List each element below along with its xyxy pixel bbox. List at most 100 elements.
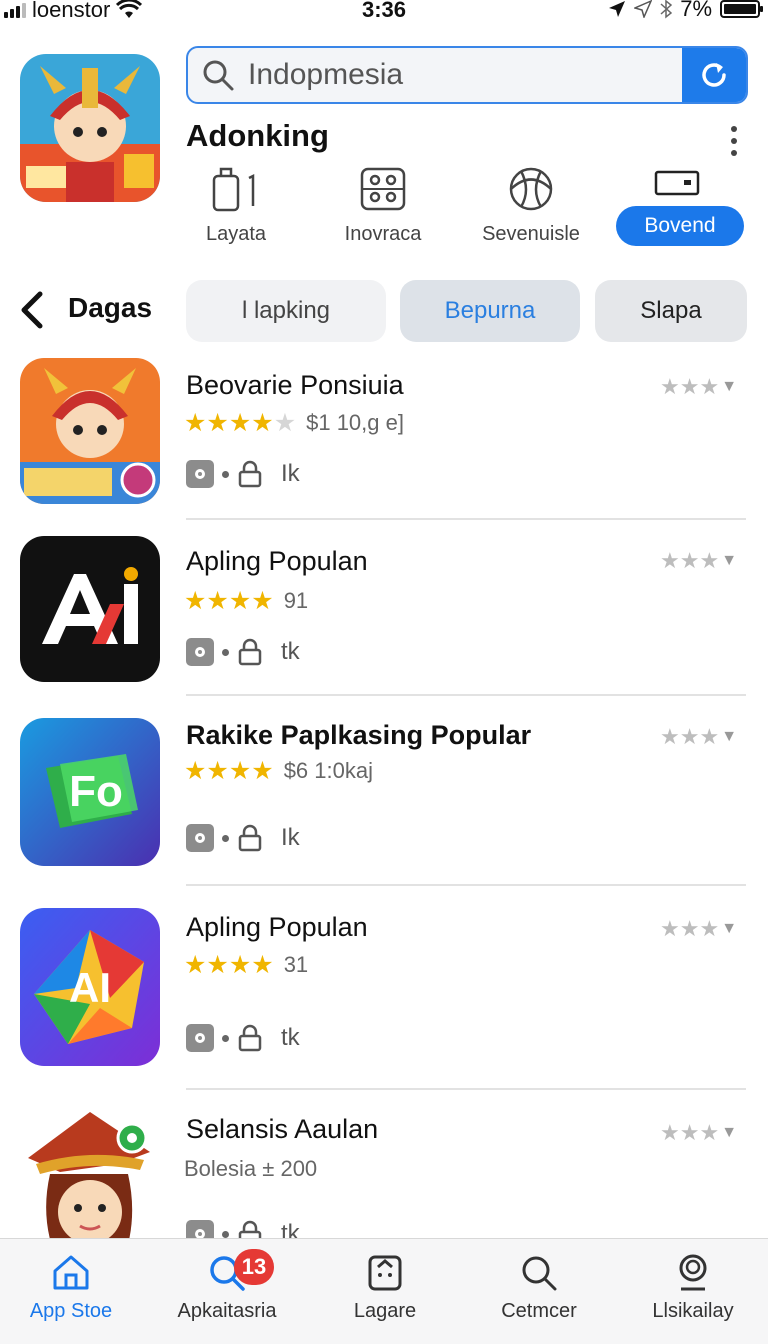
app-tags: Ik <box>186 460 300 488</box>
separator-dot <box>222 834 229 842</box>
star-rating-icon: ★ ★ ★ ★ <box>184 586 274 615</box>
ball-icon <box>509 167 553 211</box>
lock-icon <box>238 1024 262 1052</box>
filter-pill-lapking[interactable]: l lapking <box>186 280 386 342</box>
rating-dropdown[interactable]: ★ ★ ★ ▼ <box>660 918 737 940</box>
separator-dot <box>222 470 229 478</box>
category-inovraca[interactable]: Inovraca <box>318 166 448 246</box>
back-chevron-icon[interactable] <box>18 290 46 330</box>
separator-dot <box>222 648 229 656</box>
star-rating-icon: ★ ★ ★ ★ <box>184 756 274 785</box>
app-title[interactable]: Rakike Paplkasing Popular <box>186 720 531 751</box>
status-bar: loenstor 3:36 7% <box>0 0 768 24</box>
svg-text:AI: AI <box>69 964 111 1011</box>
rating-dropdown[interactable]: ★ ★ ★ ▼ <box>660 1122 737 1144</box>
app-list-item[interactable]: Selansis Aaulan Bolesia ± 200 tk ★ ★ ★ ▼ <box>0 1108 768 1238</box>
app-meta: $6 1:0kaj <box>283 758 373 783</box>
app-icon[interactable] <box>20 1108 160 1238</box>
refresh-icon <box>702 63 726 87</box>
divider <box>186 694 746 696</box>
record-icon <box>186 638 214 666</box>
rating-dropdown[interactable]: ★ ★ ★ ▼ <box>660 376 737 398</box>
app-icon[interactable]: Fo <box>20 718 160 866</box>
app-icon[interactable] <box>20 536 160 682</box>
app-meta: Bolesia ± 200 <box>184 1156 318 1181</box>
app-icon[interactable] <box>20 358 160 504</box>
category-bovend-button[interactable]: Bovend <box>616 206 744 246</box>
category-label: Inovraca <box>344 223 422 245</box>
filter-pill-bepurna[interactable]: Bepurna <box>400 280 580 342</box>
app-tag: Ik <box>281 824 300 851</box>
app-rating: Bolesia ± 200 <box>184 1156 317 1182</box>
app-meta: 31 <box>283 952 309 977</box>
status-right: 7% <box>608 0 763 22</box>
divider <box>186 518 746 520</box>
separator-dot <box>222 1034 229 1042</box>
lock-icon <box>238 824 262 852</box>
app-title: Adonking <box>186 118 329 153</box>
category-layata[interactable]: Layata <box>171 166 301 246</box>
divider <box>186 1088 746 1090</box>
tab-app-store[interactable]: App Stoe <box>0 1253 146 1323</box>
app-tags: tk <box>186 638 300 666</box>
star-rating-icon: ★ ★ ★ ★ <box>184 950 274 979</box>
svg-text:Fo: Fo <box>69 767 123 816</box>
rating-dropdown[interactable]: ★ ★ ★ ▼ <box>660 726 737 748</box>
tab-label: Llsikailay <box>652 1300 734 1322</box>
app-title[interactable]: Apling Populan <box>186 912 368 943</box>
battery-icon <box>720 0 763 18</box>
tab-label: Apkaitasria <box>177 1300 277 1322</box>
app-rating: ★ ★ ★ ★ $6 1:0kaj <box>184 758 373 784</box>
battery-percent: 7% <box>680 0 712 21</box>
search-icon <box>522 1256 557 1291</box>
app-title[interactable]: Apling Populan <box>186 546 368 577</box>
lock-icon <box>238 638 262 666</box>
category-sevenuisle[interactable]: Sevenuisle <box>466 166 596 246</box>
app-icon[interactable]: AI <box>20 908 160 1066</box>
record-icon <box>186 460 214 488</box>
bag-icon <box>368 1255 402 1291</box>
app-meta: $1 10,g e] <box>306 410 404 435</box>
tab-cetmcer[interactable]: Cetmcer <box>464 1253 614 1323</box>
tab-label: Cetmcer <box>501 1300 577 1322</box>
app-rating: ★ ★ ★ ★ ★ $1 10,g e] <box>184 410 404 436</box>
location-arrow-icon <box>609 1 626 17</box>
record-icon <box>186 824 214 852</box>
featured-app-icon[interactable] <box>20 54 160 202</box>
star-rating-icon: ★ ★ ★ ★ ★ <box>184 408 297 437</box>
location-outline-icon <box>634 0 653 18</box>
app-tag: tk <box>281 1024 300 1051</box>
account-icon <box>679 1254 707 1291</box>
separator-dot <box>222 1230 229 1238</box>
refresh-button[interactable] <box>682 48 746 102</box>
divider <box>186 884 746 886</box>
app-tags: Ik <box>186 824 300 852</box>
more-options-icon[interactable] <box>726 126 742 156</box>
app-tags: tk <box>186 1024 300 1052</box>
tab-lagare[interactable]: Lagare <box>310 1253 460 1323</box>
record-icon <box>186 1024 214 1052</box>
app-title[interactable]: Selansis Aaulan <box>186 1114 378 1145</box>
search-bar[interactable] <box>186 46 748 104</box>
app-tag: tk <box>281 1220 300 1238</box>
app-tag: tk <box>281 638 300 665</box>
tab-label: App Stoe <box>29 1300 113 1322</box>
phone-icon <box>212 167 255 212</box>
filter-pill-slapa[interactable]: Slapa <box>595 280 747 342</box>
tab-apkaitasria[interactable]: 13 Apkaitasria <box>152 1249 302 1323</box>
section-title: Dagas <box>68 292 153 323</box>
app-rating: ★ ★ ★ ★ 91 <box>184 588 308 614</box>
category-label: Sevenuisle <box>482 223 580 245</box>
app-title[interactable]: Beovarie Ponsiuia <box>186 370 404 401</box>
tab-label: Lagare <box>353 1300 417 1322</box>
app-meta: 91 <box>283 588 309 613</box>
lock-icon <box>238 1220 262 1238</box>
category-label: Layata <box>205 223 267 245</box>
app-tags: tk <box>186 1220 300 1238</box>
controller-icon <box>360 167 406 211</box>
app-rating: ★ ★ ★ ★ 31 <box>184 952 308 978</box>
tab-llsikailay[interactable]: Llsikailay <box>618 1253 768 1323</box>
bluetooth-icon <box>660 0 673 19</box>
rating-dropdown[interactable]: ★ ★ ★ ▼ <box>660 550 737 572</box>
search-input[interactable] <box>248 58 682 92</box>
